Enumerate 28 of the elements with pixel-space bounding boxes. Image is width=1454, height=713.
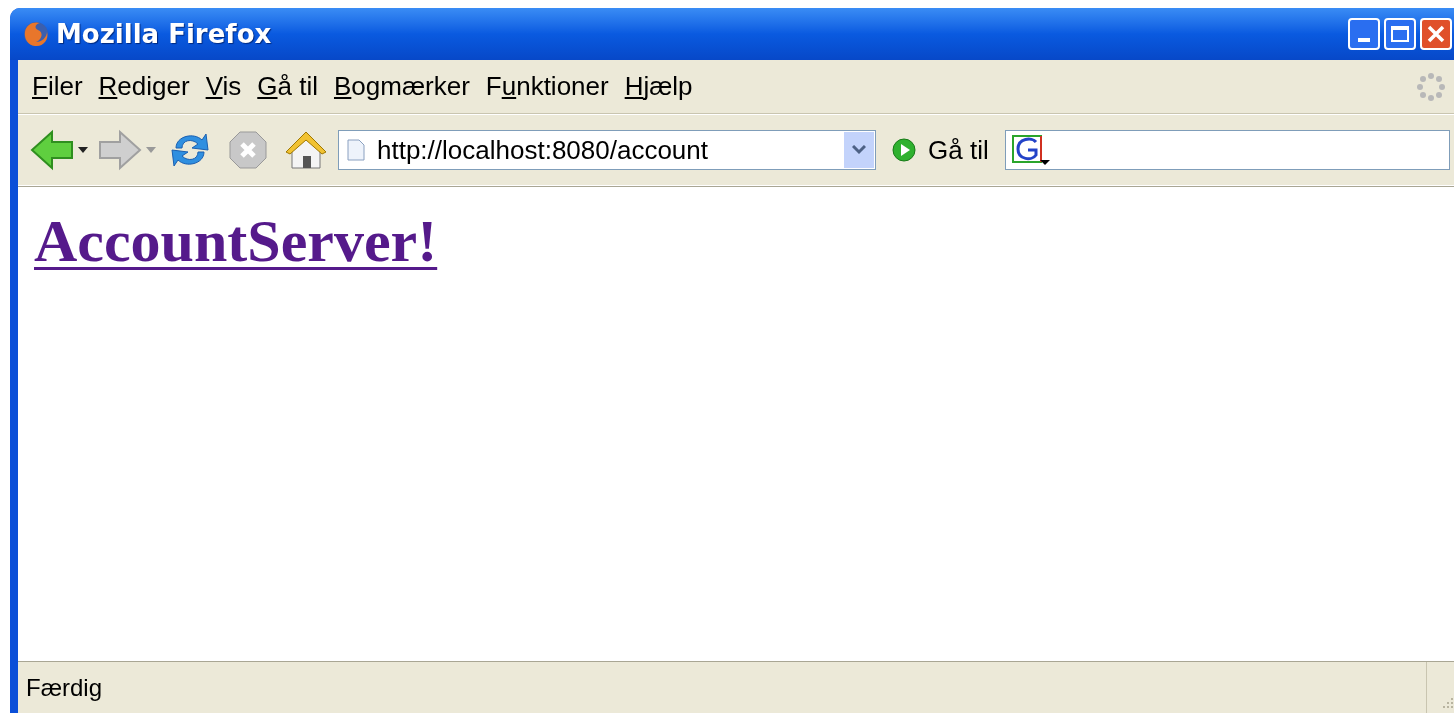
maximize-button[interactable] xyxy=(1384,18,1416,50)
grip-icon xyxy=(1440,695,1454,709)
close-button[interactable] xyxy=(1420,18,1452,50)
forward-dropdown-icon[interactable] xyxy=(146,147,156,153)
menu-item[interactable]: Funktioner xyxy=(479,67,615,106)
search-field[interactable] xyxy=(1004,130,1450,170)
menu-item[interactable]: Vis xyxy=(199,67,248,106)
menu-item[interactable]: Rediger xyxy=(92,67,196,106)
menu-item[interactable]: Filer xyxy=(26,67,89,106)
close-icon xyxy=(1426,24,1446,44)
back-dropdown-icon[interactable] xyxy=(78,147,88,153)
menu-item[interactable]: Bogmærker xyxy=(328,67,476,106)
address-dropdown-button[interactable] xyxy=(844,132,874,168)
throbber-icon xyxy=(1416,71,1446,102)
play-icon xyxy=(892,138,916,162)
minimize-button[interactable] xyxy=(1348,18,1380,50)
menu-item[interactable]: Gå til xyxy=(251,67,324,106)
address-field[interactable]: http://localhost:8080/account xyxy=(338,130,876,170)
heading-link[interactable]: AccountServer! xyxy=(34,209,438,273)
chevron-down-icon xyxy=(852,145,866,155)
status-text: Færdig xyxy=(26,672,104,703)
go-button[interactable]: Gå til xyxy=(892,130,989,170)
google-g-icon[interactable] xyxy=(1011,134,1052,166)
window-title: Mozilla Firefox xyxy=(56,17,272,51)
resize-grip[interactable] xyxy=(1426,662,1454,713)
fox-globe-icon xyxy=(22,20,50,48)
page-icon xyxy=(347,139,365,161)
menu-item[interactable]: Hjælp xyxy=(618,67,699,106)
